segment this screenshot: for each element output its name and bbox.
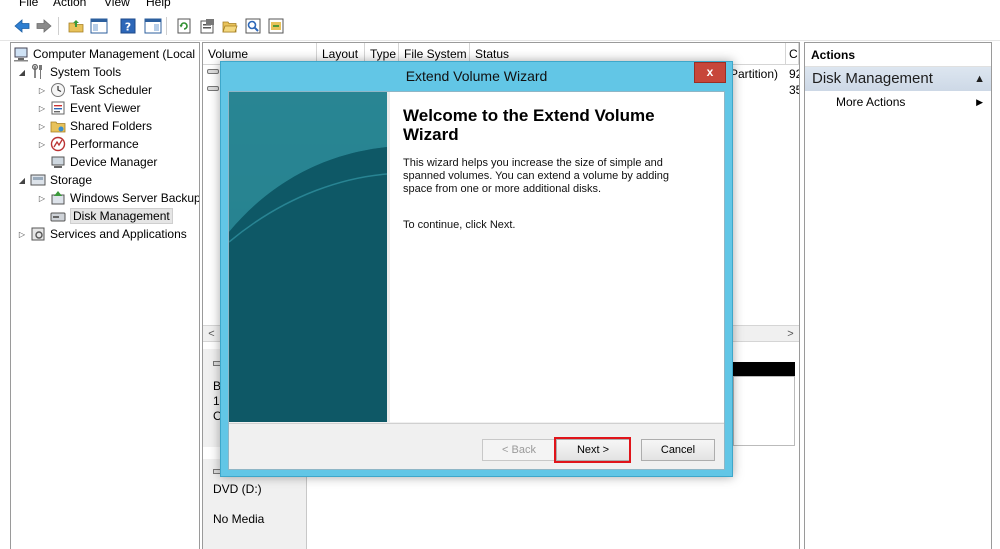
tree-item-label: Windows Server Backup (70, 191, 200, 205)
up-folder-icon[interactable] (66, 16, 86, 36)
actions-section-disk-management[interactable]: Disk Management ▲ (805, 67, 991, 91)
tools-icon (30, 63, 46, 80)
disk-size-text: 1 (213, 394, 220, 408)
help-icon[interactable]: ? (118, 16, 138, 36)
actions-pane: Actions Disk Management ▲ More Actions ▶ (804, 42, 992, 549)
tree-item-performance[interactable]: ▷ Performance (37, 135, 139, 153)
show-hide-action-pane-icon[interactable] (143, 16, 163, 36)
actions-header: Actions (805, 43, 991, 67)
tree-item-label: Device Manager (70, 155, 158, 169)
backup-icon (50, 190, 66, 206)
volume-status-cell: Partition) (730, 67, 779, 81)
tree-item-label: Performance (70, 137, 139, 151)
wizard-content: Welcome to the Extend Volume Wizard This… (387, 92, 724, 422)
refresh-icon[interactable] (174, 16, 194, 36)
clock-icon (50, 82, 66, 98)
services-icon (30, 226, 46, 242)
tree-item-label: System Tools (50, 65, 122, 79)
dialog-title: Extend Volume Wizard (405, 68, 548, 84)
menu-view[interactable]: View (104, 0, 130, 9)
dvd-drive-name: DVD (D:) (213, 482, 262, 496)
performance-icon (50, 136, 66, 152)
tree-item-task-scheduler[interactable]: ▷ Task Scheduler (37, 81, 152, 99)
partition-block[interactable] (733, 376, 795, 446)
menu-bar: File Action View Help (0, 0, 1000, 11)
collapse-up-icon[interactable]: ▲ (974, 67, 985, 91)
tree-item-label: Shared Folders (70, 119, 153, 133)
volume-capacity-cell: 92 (789, 67, 799, 81)
back-icon[interactable] (12, 16, 32, 36)
expand-icon[interactable]: ▷ (37, 86, 47, 95)
tree-item-label: Disk Management (70, 208, 173, 224)
tree-item-label: Computer Management (Local (33, 47, 196, 61)
tree-item-storage[interactable]: ◢ Storage (17, 171, 92, 189)
volume-row-icon (207, 69, 219, 74)
wizard-banner-image (229, 92, 387, 422)
event-viewer-icon (50, 100, 66, 116)
scroll-right-icon[interactable]: > (782, 326, 799, 342)
expand-icon[interactable]: ▷ (37, 140, 47, 149)
wizard-button-bar: < Back Next > Cancel (229, 423, 724, 469)
volume-capacity-cell: 35 (789, 83, 799, 97)
close-button[interactable]: x (694, 62, 726, 83)
dvd-media-status: No Media (213, 512, 265, 526)
wizard-body: Welcome to the Extend Volume Wizard This… (228, 91, 725, 470)
back-button[interactable]: < Back (482, 439, 556, 461)
tree-item-computer-management[interactable]: Computer Management (Local (13, 45, 195, 63)
submenu-arrow-icon: ▶ (976, 97, 983, 107)
device-manager-icon (50, 154, 66, 170)
export-icon[interactable] (266, 16, 286, 36)
next-button-highlight (554, 437, 631, 463)
tree-item-label: Services and Applications (50, 227, 187, 241)
more-actions-label: More Actions (836, 95, 906, 109)
collapse-icon[interactable]: ◢ (17, 176, 27, 185)
disk-management-icon (50, 208, 66, 224)
forward-icon[interactable] (34, 16, 54, 36)
toolbar: ? (0, 11, 1000, 41)
navigation-tree: Computer Management (Local ◢ System Tool… (10, 42, 200, 549)
properties-icon[interactable] (197, 16, 217, 36)
open-icon[interactable] (220, 16, 240, 36)
search-icon[interactable] (243, 16, 263, 36)
tree-item-label: Storage (50, 173, 93, 187)
storage-icon (30, 172, 46, 188)
tree-item-event-viewer[interactable]: ▷ Event Viewer (37, 99, 141, 117)
tree-item-shared-folders[interactable]: ▷ Shared Folders (37, 117, 152, 135)
column-capacity[interactable]: C (786, 43, 799, 65)
wizard-description: This wizard helps you increase the size … (403, 157, 670, 195)
menu-action[interactable]: Action (53, 0, 86, 9)
menu-help[interactable]: Help (146, 0, 171, 9)
shared-folder-icon (50, 118, 66, 134)
tree-item-label: Task Scheduler (70, 83, 153, 97)
tree-item-services-and-applications[interactable]: ▷ Services and Applications (17, 225, 187, 243)
collapse-icon[interactable]: ◢ (17, 68, 27, 77)
actions-section-label: Disk Management (812, 70, 933, 87)
expand-icon[interactable]: ▷ (17, 230, 27, 239)
svg-text:?: ? (125, 21, 131, 34)
unallocated-bar (733, 362, 795, 376)
tree-item-label: Event Viewer (70, 101, 141, 115)
menu-file[interactable]: File (19, 0, 38, 9)
expand-icon[interactable]: ▷ (37, 122, 47, 131)
show-hide-tree-icon[interactable] (89, 16, 109, 36)
computer-icon (13, 46, 29, 62)
wizard-continue-hint: To continue, click Next. (403, 219, 516, 231)
wizard-heading: Welcome to the Extend Volume Wizard (403, 106, 655, 144)
volume-row-icon (207, 86, 219, 91)
extend-volume-wizard-dialog: Extend Volume Wizard x Welcome to the Ex… (220, 61, 733, 477)
tree-item-disk-management[interactable]: Disk Management (50, 207, 173, 225)
tree-item-system-tools[interactable]: ◢ System Tools (17, 63, 121, 81)
expand-icon[interactable]: ▷ (37, 104, 47, 113)
tree-item-device-manager[interactable]: Device Manager (50, 153, 157, 171)
scroll-left-icon[interactable]: < (203, 326, 220, 342)
more-actions-item[interactable]: More Actions ▶ (805, 91, 991, 113)
expand-icon[interactable]: ▷ (37, 194, 47, 203)
tree-item-windows-server-backup[interactable]: ▷ Windows Server Backup (37, 189, 200, 207)
cancel-button[interactable]: Cancel (641, 439, 715, 461)
